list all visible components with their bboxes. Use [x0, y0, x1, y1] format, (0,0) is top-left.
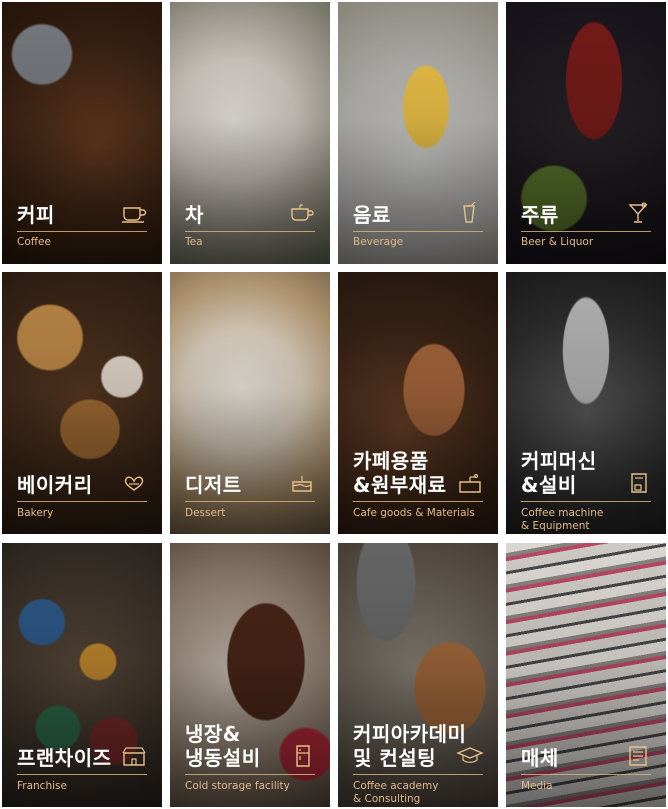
refrigerator-icon	[288, 745, 316, 767]
coffee-machine-icon	[624, 472, 652, 494]
divider-line	[17, 231, 147, 232]
cafe-store-icon	[120, 745, 148, 767]
category-subtitle: Beer & Liquor	[521, 236, 594, 248]
cocktail-glass-icon	[624, 202, 652, 224]
divider-line	[521, 774, 651, 775]
divider-line	[17, 501, 147, 502]
category-tile-academy[interactable]: 커피아카데미 및 컨설팅 Coffee academy & Consulting	[338, 543, 498, 807]
category-subtitle: Cold storage facility	[185, 780, 290, 792]
category-tile-coffee[interactable]: 커피 Coffee	[2, 2, 162, 264]
category-subtitle: Coffee	[17, 236, 51, 248]
category-tile-tea[interactable]: 차 Tea	[170, 2, 330, 264]
divider-line	[353, 231, 483, 232]
divider-line	[521, 501, 651, 502]
category-tile-bakery[interactable]: 베이커리 Bakery	[2, 272, 162, 534]
category-subtitle: Bakery	[17, 507, 54, 519]
category-subtitle: Tea	[185, 236, 203, 248]
category-subtitle: Dessert	[185, 507, 226, 519]
category-tile-cafe-goods[interactable]: 카페용품 &원부재료 Cafe goods & Materials	[338, 272, 498, 534]
pretzel-icon	[120, 472, 148, 494]
coffee-cup-icon	[120, 202, 148, 224]
category-tile-dessert[interactable]: 디저트 Dessert	[170, 272, 330, 534]
category-subtitle: Franchise	[17, 780, 67, 792]
divider-line	[185, 774, 315, 775]
category-tile-media[interactable]: 매체 Media	[506, 543, 666, 807]
cake-icon	[288, 472, 316, 494]
category-grid: 커피 Coffee 차 Tea 음료 Beverage 주류 Beer & Li…	[2, 2, 666, 807]
category-tile-liquor[interactable]: 주류 Beer & Liquor	[506, 2, 666, 264]
category-subtitle: Cafe goods & Materials	[353, 507, 475, 519]
category-subtitle: Coffee academy & Consulting	[353, 780, 439, 805]
graduation-cap-icon	[456, 745, 484, 767]
category-subtitle: Media	[521, 780, 553, 792]
divider-line	[353, 774, 483, 775]
grinder-icon	[456, 472, 484, 494]
category-tile-franchise[interactable]: 프랜차이즈 Franchise	[2, 543, 162, 807]
category-subtitle: Coffee machine & Equipment	[521, 507, 604, 532]
category-tile-cold-storage[interactable]: 냉장& 냉동설비 Cold storage facility	[170, 543, 330, 807]
magazine-icon	[624, 745, 652, 767]
category-subtitle: Beverage	[353, 236, 404, 248]
divider-line	[353, 501, 483, 502]
category-tile-coffee-machine[interactable]: 커피머신 &설비 Coffee machine & Equipment	[506, 272, 666, 534]
divider-line	[185, 501, 315, 502]
divider-line	[185, 231, 315, 232]
divider-line	[521, 231, 651, 232]
divider-line	[17, 774, 147, 775]
tea-cup-icon	[288, 202, 316, 224]
juice-glass-icon	[456, 201, 484, 224]
category-tile-beverage[interactable]: 음료 Beverage	[338, 2, 498, 264]
